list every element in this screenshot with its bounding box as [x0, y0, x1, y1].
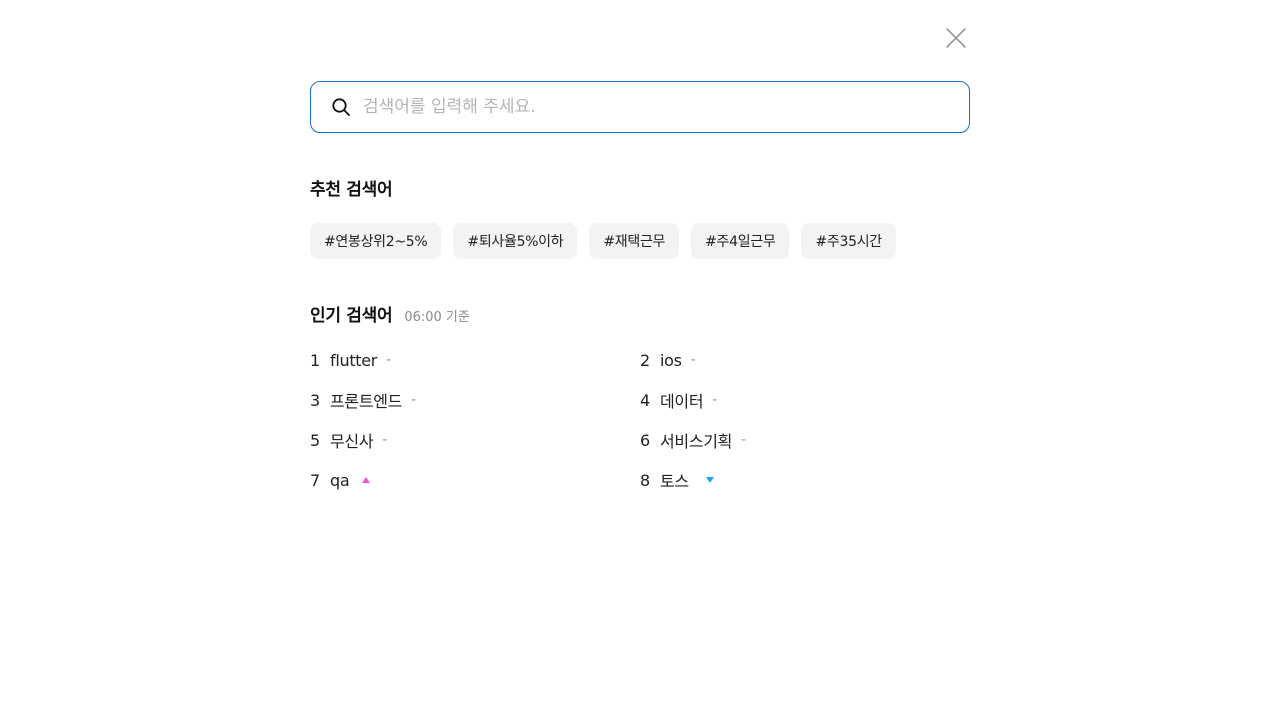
rank-keyword: 서비스기획	[660, 432, 733, 451]
rank-keyword: 데이터	[660, 392, 704, 411]
rank-item-5[interactable]: 5 무신사 -	[310, 424, 640, 456]
popular-timestamp: 06:00 기준	[404, 310, 470, 325]
rank-number: 7	[310, 470, 321, 490]
rank-item-8[interactable]: 8 토스	[640, 464, 970, 496]
rank-item-2[interactable]: 2 ios -	[640, 344, 970, 376]
recommended-tag[interactable]: #재택근무	[589, 223, 680, 259]
search-input[interactable]	[363, 92, 943, 122]
rank-number: 5	[310, 430, 321, 450]
popular-searches-header: 인기 검색어 06:00 기준	[310, 301, 470, 326]
rank-keyword: 무신사	[330, 432, 374, 451]
recommended-tag[interactable]: #주35시간	[801, 223, 896, 259]
trend-up-icon	[358, 477, 371, 483]
search-overlay: 추천 검색어 #연봉상위2~5% #퇴사율5%이하 #재택근무 #주4일근무 #…	[0, 0, 1280, 720]
recommended-tags: #연봉상위2~5% #퇴사율5%이하 #재택근무 #주4일근무 #주35시간	[310, 223, 896, 259]
rank-number: 6	[640, 430, 651, 450]
trend-same-indicator: -	[741, 432, 747, 448]
search-icon	[332, 98, 350, 116]
trend-same-indicator: -	[690, 352, 696, 368]
popular-rank-list: 1 flutter - 2 ios - 3 프론트엔드 - 4 데이터 - 5 …	[310, 344, 970, 504]
search-box[interactable]	[310, 81, 970, 133]
rank-item-4[interactable]: 4 데이터 -	[640, 384, 970, 416]
rank-item-6[interactable]: 6 서비스기획 -	[640, 424, 970, 456]
trend-same-indicator: -	[411, 392, 417, 408]
rank-item-3[interactable]: 3 프론트엔드 -	[310, 384, 640, 416]
trend-down-icon	[698, 477, 714, 483]
close-icon	[946, 28, 966, 48]
rank-number: 8	[640, 470, 651, 490]
rank-number: 4	[640, 390, 651, 410]
rank-keyword: 토스	[660, 472, 689, 491]
rank-number: 3	[310, 390, 321, 410]
rank-keyword: ios	[660, 350, 682, 370]
trend-same-indicator: -	[386, 352, 392, 368]
rank-number: 1	[310, 350, 321, 370]
popular-searches-title: 인기 검색어	[310, 306, 393, 326]
recommended-tag[interactable]: #주4일근무	[691, 223, 790, 259]
rank-number: 2	[640, 350, 651, 370]
recommended-searches-title: 추천 검색어	[310, 180, 393, 200]
rank-item-1[interactable]: 1 flutter -	[310, 344, 640, 376]
rank-keyword: 프론트엔드	[330, 392, 403, 411]
rank-keyword: qa	[330, 470, 350, 490]
trend-same-indicator: -	[382, 432, 388, 448]
close-button[interactable]	[941, 23, 971, 53]
recommended-tag[interactable]: #퇴사율5%이하	[453, 223, 578, 259]
rank-item-7[interactable]: 7 qa	[310, 464, 640, 496]
trend-same-indicator: -	[712, 392, 718, 408]
recommended-tag[interactable]: #연봉상위2~5%	[310, 223, 442, 259]
rank-keyword: flutter	[330, 350, 378, 370]
